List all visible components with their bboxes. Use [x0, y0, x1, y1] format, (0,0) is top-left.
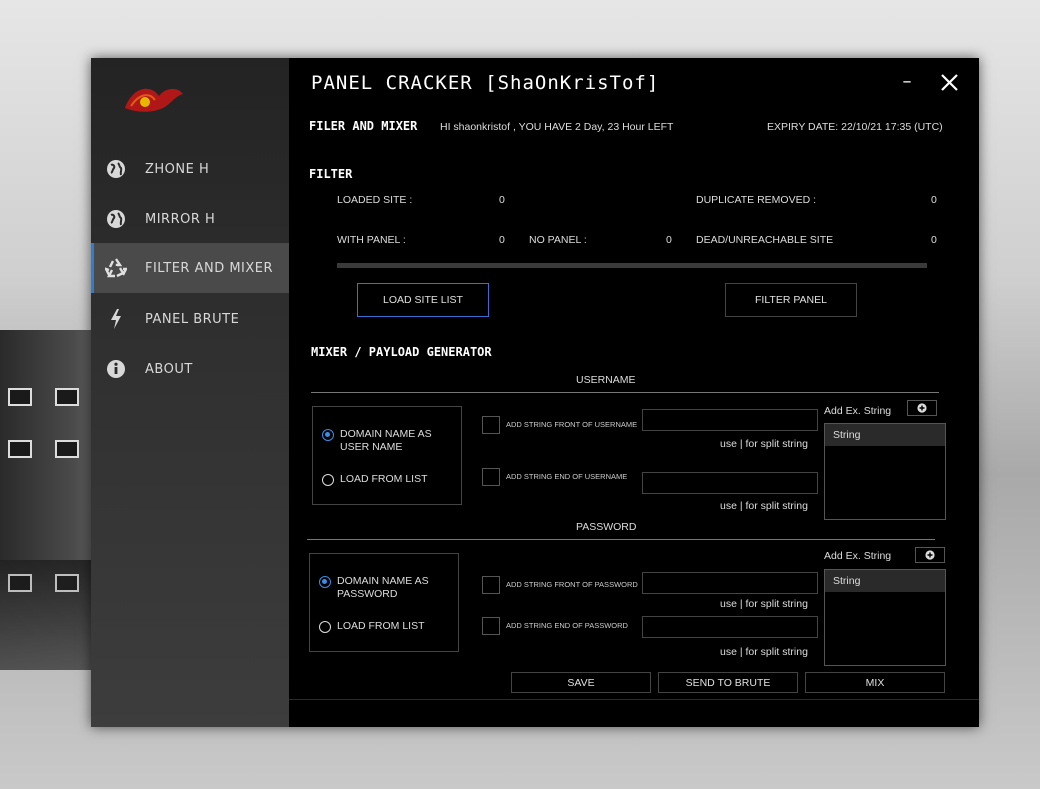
app-logo: [119, 78, 259, 118]
sidebar-item-label: PANEL BRUTE: [145, 311, 240, 327]
password-front-checkbox[interactable]: [482, 576, 500, 594]
background-window: [55, 388, 79, 406]
password-domain-radio[interactable]: DOMAIN NAME AS PASSWORD: [319, 575, 449, 601]
password-end-hint: use | for split string: [720, 646, 808, 658]
sidebar: ZHONE H MIRROR H FILTER AND MIXER PANEL …: [91, 58, 289, 727]
sidebar-item-label: ZHONE H: [145, 161, 210, 177]
duplicate-removed-label: DUPLICATE REMOVED :: [696, 194, 816, 206]
username-ex-string-list[interactable]: String: [824, 423, 946, 520]
app-window: ZHONE H MIRROR H FILTER AND MIXER PANEL …: [91, 58, 979, 727]
password-end-checkbox[interactable]: [482, 617, 500, 635]
sidebar-item-label: MIRROR H: [145, 211, 216, 227]
background-window: [55, 440, 79, 458]
page-title: FILER AND MIXER: [309, 119, 418, 133]
filter-panel-button[interactable]: FILTER PANEL: [725, 283, 857, 317]
dead-site-label: DEAD/UNREACHABLE SITE: [696, 234, 834, 246]
send-to-brute-button[interactable]: SEND TO BRUTE: [658, 672, 798, 693]
loaded-site-label: LOADED SITE :: [337, 194, 413, 206]
license-greeting: HI shaonkristof , YOU HAVE 2 Day, 23 Hou…: [440, 121, 674, 133]
password-ex-string-list[interactable]: String: [824, 569, 946, 666]
loaded-site-value: 0: [499, 194, 505, 206]
load-site-list-button[interactable]: LOAD SITE LIST: [357, 283, 489, 317]
password-load-list-radio[interactable]: LOAD FROM LIST: [319, 620, 425, 633]
password-front-hint: use | for split string: [720, 598, 808, 610]
plus-circle-icon: [917, 403, 927, 413]
filter-section-title: FILTER: [309, 167, 353, 181]
duplicate-removed-value: 0: [931, 194, 937, 206]
app-title: PANEL CRACKER [ShaOnKrisTof]: [311, 72, 660, 94]
username-add-ex-label: Add Ex. String: [824, 405, 892, 417]
filter-progress-bar: [337, 263, 927, 268]
password-front-label: ADD STRING FRONT OF PASSWORD: [506, 580, 638, 589]
username-end-checkbox[interactable]: [482, 468, 500, 486]
radio-label: DOMAIN NAME AS PASSWORD: [337, 575, 429, 600]
recycle-icon: [105, 257, 127, 279]
no-panel-value: 0: [666, 234, 672, 246]
background-window: [8, 574, 32, 592]
minimize-button[interactable]: –: [895, 72, 919, 96]
radio-selected-icon: [322, 429, 334, 441]
with-panel-value: 0: [499, 234, 505, 246]
password-source-group: DOMAIN NAME AS PASSWORD LOAD FROM LIST: [309, 553, 459, 652]
close-icon: [941, 74, 958, 91]
no-panel-label: NO PANEL :: [529, 234, 587, 246]
username-load-list-radio[interactable]: LOAD FROM LIST: [322, 473, 428, 486]
close-button[interactable]: [937, 70, 963, 96]
password-heading: PASSWORD: [576, 521, 637, 533]
mix-button[interactable]: MIX: [805, 672, 945, 693]
username-front-input[interactable]: [642, 409, 818, 431]
username-end-hint: use | for split string: [720, 500, 808, 512]
username-end-label: ADD STRING END OF USERNAME: [506, 472, 628, 481]
main-panel: PANEL CRACKER [ShaOnKrisTof] – FILER AND…: [289, 58, 979, 727]
username-divider: [311, 392, 939, 393]
username-front-label: ADD STRING FRONT OF USERNAME: [506, 420, 638, 429]
username-front-hint: use | for split string: [720, 438, 808, 450]
username-heading: USERNAME: [576, 374, 636, 386]
dead-site-value: 0: [931, 234, 937, 246]
info-icon: [105, 358, 127, 380]
list-item[interactable]: String: [825, 424, 945, 446]
radio-label: LOAD FROM LIST: [340, 473, 428, 485]
plus-circle-icon: [925, 550, 935, 560]
globe-icon: [105, 208, 127, 230]
username-source-group: DOMAIN NAME AS USER NAME LOAD FROM LIST: [312, 406, 462, 505]
password-add-ex-button[interactable]: [915, 547, 945, 563]
sidebar-item-mirror-h[interactable]: MIRROR H: [91, 194, 289, 244]
radio-unselected-icon: [322, 474, 334, 486]
radio-label: DOMAIN NAME AS USER NAME: [340, 428, 432, 453]
sidebar-item-panel-brute[interactable]: PANEL BRUTE: [91, 294, 289, 344]
save-button[interactable]: SAVE: [511, 672, 651, 693]
sidebar-item-label: FILTER AND MIXER: [145, 260, 274, 276]
background-window: [8, 388, 32, 406]
radio-unselected-icon: [319, 621, 331, 633]
radio-label: LOAD FROM LIST: [337, 620, 425, 632]
radio-selected-icon: [319, 576, 331, 588]
sidebar-item-filter-and-mixer[interactable]: FILTER AND MIXER: [91, 243, 289, 293]
username-front-checkbox[interactable]: [482, 416, 500, 434]
password-front-input[interactable]: [642, 572, 818, 594]
globe-icon: [105, 158, 127, 180]
background-window: [8, 440, 32, 458]
list-item[interactable]: String: [825, 570, 945, 592]
password-divider: [307, 539, 935, 540]
footer-divider: [289, 699, 979, 700]
username-domain-radio[interactable]: DOMAIN NAME AS USER NAME: [322, 428, 452, 454]
expiry-date: EXPIRY DATE: 22/10/21 17:35 (UTC): [767, 121, 943, 133]
background-window: [55, 574, 79, 592]
sidebar-item-zhone-h[interactable]: ZHONE H: [91, 144, 289, 194]
sidebar-item-label: ABOUT: [145, 361, 193, 377]
username-add-ex-button[interactable]: [907, 400, 937, 416]
username-end-input[interactable]: [642, 472, 818, 494]
mixer-section-title: MIXER / PAYLOAD GENERATOR: [311, 345, 492, 359]
sidebar-item-about[interactable]: ABOUT: [91, 344, 289, 394]
lightning-icon: [105, 308, 127, 330]
password-end-input[interactable]: [642, 616, 818, 638]
password-end-label: ADD STRING END OF PASSWORD: [506, 621, 628, 630]
password-add-ex-label: Add Ex. String: [824, 550, 892, 562]
with-panel-label: WITH PANEL :: [337, 234, 406, 246]
